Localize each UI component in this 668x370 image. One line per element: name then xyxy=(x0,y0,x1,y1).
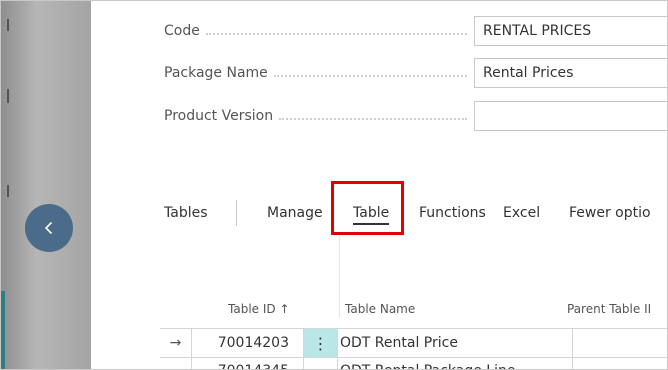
table-id-header[interactable]: Table ID ↑ xyxy=(228,302,290,316)
field-label: Code xyxy=(164,23,473,39)
toolbar-divider xyxy=(236,200,237,226)
parent-table-cell[interactable] xyxy=(573,329,667,357)
row-indicator xyxy=(160,357,192,369)
functions-tab[interactable]: Functions xyxy=(419,198,486,228)
row-menu-cell[interactable] xyxy=(304,357,338,369)
product-version-field[interactable] xyxy=(474,101,667,131)
highlight-box xyxy=(331,181,404,235)
field-label: Product Version xyxy=(164,108,473,124)
card-panel: Code RENTAL PRICES Package Name Rental P… xyxy=(91,1,667,369)
field-row-code: Code xyxy=(164,16,473,46)
package-name-field[interactable]: Rental Prices xyxy=(474,58,667,88)
label-dots xyxy=(273,75,467,77)
table-id-cell[interactable]: 70014345 xyxy=(192,357,304,369)
strip-mark xyxy=(7,89,9,103)
code-label: Code xyxy=(164,23,200,39)
table-row[interactable]: 70014345 ODT Rental Package Line xyxy=(160,357,667,369)
excel-tab[interactable]: Excel xyxy=(503,198,540,228)
strip-mark xyxy=(7,185,9,197)
row-menu-icon[interactable]: ⋮ xyxy=(304,329,338,357)
field-row-product-version: Product Version xyxy=(164,101,473,131)
table-id-cell[interactable]: 70014203 xyxy=(192,329,304,357)
strip-mark xyxy=(7,19,9,31)
label-dots xyxy=(279,118,467,120)
table-row[interactable]: → 70014203 ⋮ ODT Rental Price xyxy=(160,328,667,358)
table-name-header[interactable]: Table Name xyxy=(345,302,415,316)
back-nav-button[interactable] xyxy=(25,204,73,252)
field-row-package-name: Package Name xyxy=(164,58,473,88)
manage-tab[interactable]: Manage xyxy=(267,198,323,228)
parent-table-header[interactable]: Parent Table II xyxy=(567,302,651,316)
background-page-strip xyxy=(1,1,91,369)
parent-table-cell[interactable] xyxy=(573,357,667,369)
field-label: Package Name xyxy=(164,65,473,81)
chevron-left-icon xyxy=(44,221,53,235)
strip-accent xyxy=(1,291,5,369)
column-separator xyxy=(339,237,340,317)
product-version-label: Product Version xyxy=(164,108,274,124)
package-name-label: Package Name xyxy=(164,65,268,81)
label-dots xyxy=(205,33,467,35)
row-indicator-arrow-icon: → xyxy=(160,329,192,357)
tables-toolbar: Tables Manage Table Functions Excel Fewe… xyxy=(164,198,667,228)
window-frame: Code RENTAL PRICES Package Name Rental P… xyxy=(0,0,668,370)
fewer-options-tab[interactable]: Fewer optio xyxy=(569,198,651,228)
table-name-cell[interactable]: ODT Rental Package Line xyxy=(338,357,573,369)
tables-title: Tables xyxy=(164,205,208,221)
code-field[interactable]: RENTAL PRICES xyxy=(474,16,667,46)
table-name-cell[interactable]: ODT Rental Price xyxy=(338,329,573,357)
